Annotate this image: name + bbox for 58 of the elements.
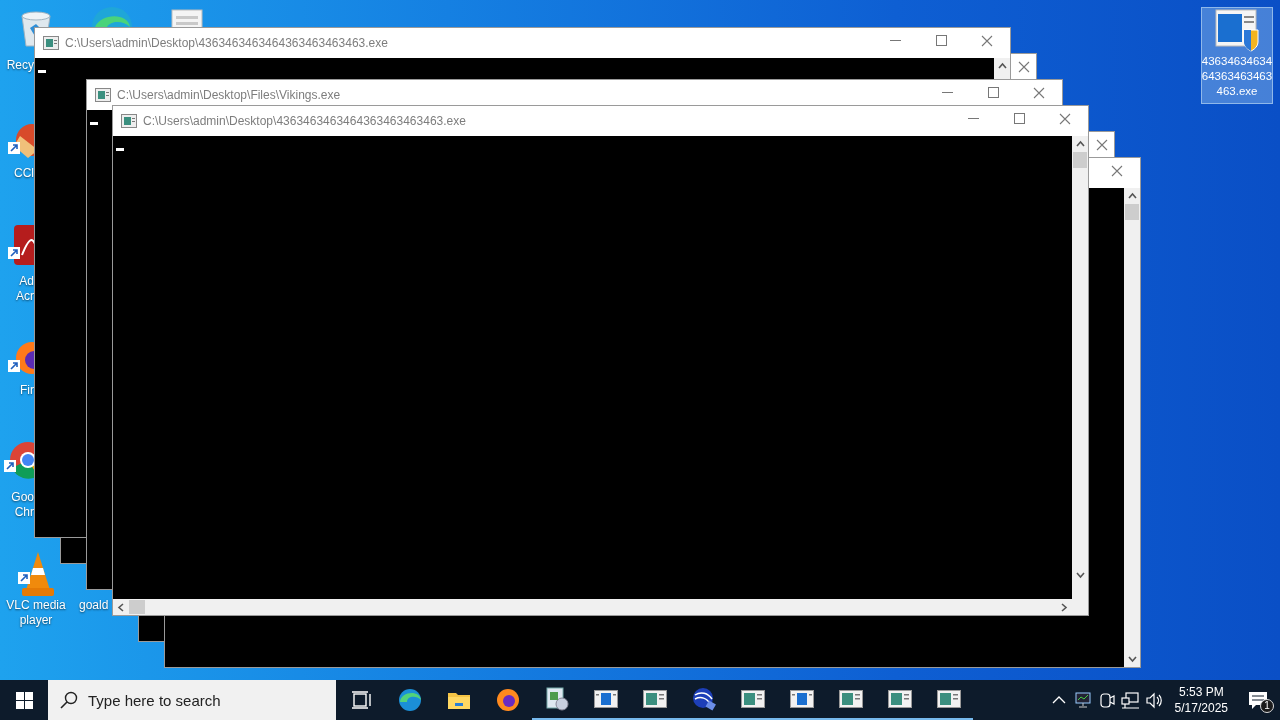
volume-icon[interactable] (1146, 691, 1164, 709)
console-window-icon (740, 690, 765, 708)
icon-label: goald (79, 598, 109, 613)
close-icon (1018, 60, 1030, 73)
console-window-icon (936, 690, 961, 708)
window-title: C:\Users\admin\Desktop\4363463463464363463463463.exe (143, 113, 466, 130)
maximize-icon (987, 87, 999, 98)
vertical-scrollbar[interactable] (1072, 136, 1088, 599)
icon-label: 4363463463464363463463463.exe (1201, 54, 1273, 99)
window-title: C:\Users\admin\Desktop\4363463463464363463463463.exe (65, 35, 388, 52)
horizontal-scrollbar[interactable] (113, 599, 1088, 615)
close-icon (1096, 138, 1108, 151)
task-view-icon (350, 690, 371, 710)
browser-icon (397, 688, 422, 712)
scroll-thumb[interactable] (1125, 204, 1139, 220)
notification-count: 1 (1260, 699, 1274, 713)
selected-desktop-icon[interactable]: 4363463463464363463463463.exe (1201, 7, 1273, 104)
monitor-icon[interactable] (1074, 692, 1091, 708)
icon-label: CCl (13, 166, 34, 181)
icon-label: Fir (19, 383, 34, 398)
icon-label: Ad Acr (15, 274, 34, 304)
icon-label: VLC media player (5, 598, 67, 628)
windows-logo-icon (15, 691, 33, 709)
window-icon (593, 690, 618, 708)
camera-icon[interactable] (1098, 691, 1116, 709)
scroll-thumb[interactable] (1073, 152, 1087, 168)
program-icon (1214, 8, 1260, 52)
console-window-icon (887, 690, 912, 708)
network-icon[interactable] (1121, 691, 1141, 709)
notifications-button[interactable]: 1 (1236, 680, 1280, 720)
installer-icon (544, 687, 569, 711)
text-cursor (38, 70, 46, 73)
console-window-icon (95, 88, 111, 102)
text-cursor (90, 122, 98, 125)
firefox-icon (495, 688, 520, 712)
console-window-icon (838, 690, 863, 708)
console-window-icon (43, 36, 59, 50)
icon-label: Goo Chr (10, 490, 34, 520)
maximize-icon (1013, 113, 1025, 124)
text-cursor (116, 148, 124, 151)
console-window-icon (121, 114, 137, 128)
search-field[interactable]: Type here to search (48, 680, 336, 720)
close-icon (1111, 164, 1123, 177)
globe-icon (691, 687, 716, 711)
close-icon (981, 34, 993, 47)
window-title: C:\Users\admin\Desktop\Files\Vikings.exe (117, 87, 341, 104)
vertical-scrollbar[interactable] (1124, 188, 1140, 667)
close-icon (1033, 86, 1045, 99)
maximize-icon (935, 35, 947, 46)
close-icon (1059, 112, 1071, 125)
icon-label: Recy (5, 58, 34, 73)
window-icon (789, 690, 814, 708)
scroll-thumb[interactable] (129, 600, 145, 614)
console-window-icon (642, 690, 667, 708)
clock-date: 5/17/2025 (1174, 700, 1228, 716)
chevron-up-icon[interactable] (1051, 694, 1066, 706)
vertical-scrollbar[interactable] (994, 58, 1010, 80)
clock-time: 5:53 PM (1177, 684, 1225, 700)
